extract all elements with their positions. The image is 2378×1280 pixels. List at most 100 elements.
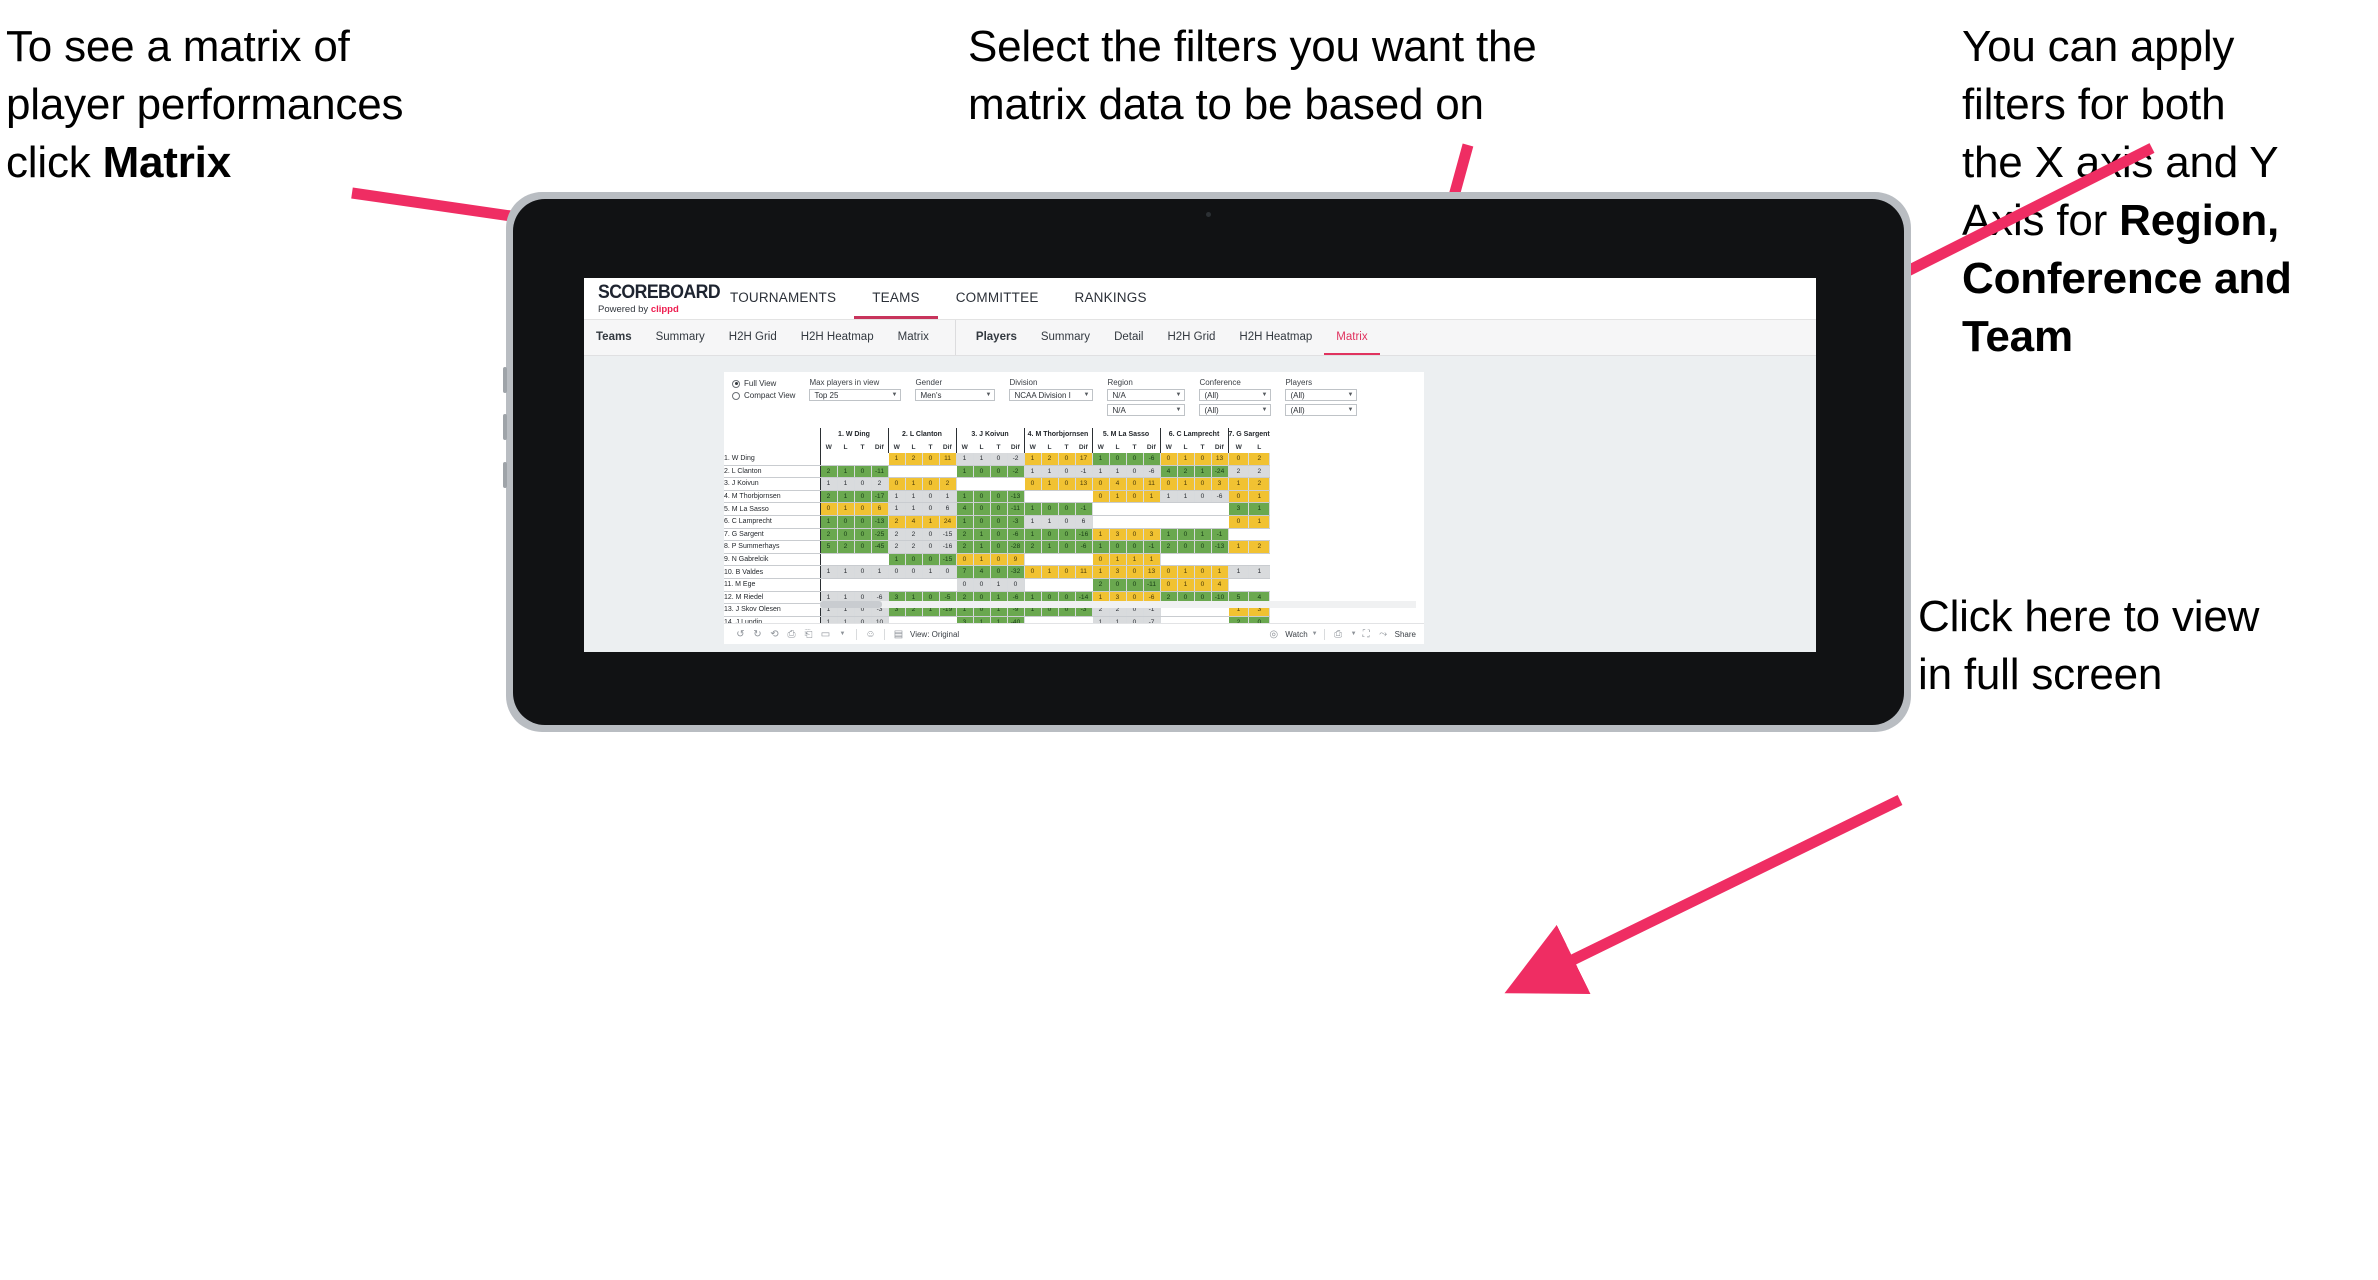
matrix-cell[interactable]: 1: [837, 490, 855, 504]
matrix-column-group-header[interactable]: 7. G Sargent: [1227, 428, 1270, 441]
matrix-cell[interactable]: 0: [887, 477, 906, 491]
redo-icon[interactable]: ↻: [749, 629, 766, 640]
matrix-cell[interactable]: 1: [990, 578, 1008, 592]
matrix-cell[interactable]: 0: [837, 528, 855, 542]
matrix-cell[interactable]: 1: [1177, 490, 1195, 504]
matrix-cell[interactable]: 0: [990, 528, 1008, 542]
matrix-cell[interactable]: 0: [1058, 528, 1076, 542]
matrix-column-group-header[interactable]: 5. M La Sasso: [1091, 428, 1160, 441]
matrix-cell[interactable]: [1177, 515, 1195, 529]
matrix-cell[interactable]: 0: [1058, 515, 1076, 529]
matrix-cell[interactable]: 0: [1023, 477, 1042, 491]
matrix-cell[interactable]: [1041, 578, 1059, 592]
matrix-cell[interactable]: 1: [1143, 490, 1161, 504]
matrix-column-group-header[interactable]: 4. M Thorbjornsen: [1023, 428, 1092, 441]
matrix-cell[interactable]: 0: [1194, 490, 1212, 504]
matrix-cell[interactable]: 2: [887, 515, 906, 529]
matrix-cell[interactable]: 1: [939, 490, 957, 504]
matrix-cell[interactable]: 2: [887, 540, 906, 554]
subnav-players-summary[interactable]: Summary: [1029, 320, 1102, 355]
matrix-cell[interactable]: -28: [1007, 540, 1025, 554]
matrix-cell[interactable]: 0: [990, 515, 1008, 529]
matrix-cell[interactable]: [1126, 502, 1144, 516]
chevron-down-icon[interactable]: ▼: [834, 631, 851, 637]
matrix-cell[interactable]: 13: [1143, 565, 1161, 579]
matrix-row-label[interactable]: 1. W Ding: [724, 453, 820, 466]
matrix-cell[interactable]: 3: [1143, 528, 1161, 542]
matrix-cell[interactable]: [1023, 578, 1042, 592]
matrix-cell[interactable]: 1: [1091, 528, 1110, 542]
nav-item-tournaments[interactable]: TOURNAMENTS: [712, 278, 854, 319]
matrix-cell[interactable]: 1: [1159, 490, 1178, 504]
matrix-cell[interactable]: -6: [1143, 453, 1161, 466]
matrix-cell[interactable]: 3: [1109, 528, 1127, 542]
matrix-row-label[interactable]: 5. M La Sasso: [724, 502, 820, 516]
matrix-column-group-header[interactable]: 2. L Clanton: [887, 428, 956, 441]
matrix-cell[interactable]: 2: [955, 540, 974, 554]
matrix-cell[interactable]: 0: [1177, 528, 1195, 542]
subscribe-button[interactable]: ⎙ ▼: [1330, 629, 1358, 640]
matrix-cell[interactable]: [939, 465, 957, 479]
matrix-cell[interactable]: -2: [1007, 453, 1025, 466]
matrix-cell[interactable]: 1: [1041, 515, 1059, 529]
matrix-cell[interactable]: 0: [922, 540, 940, 554]
matrix-cell[interactable]: 0: [990, 490, 1008, 504]
matrix-cell[interactable]: 1: [955, 465, 974, 479]
matrix-cell[interactable]: 1: [1227, 477, 1250, 491]
matrix-cell[interactable]: 2: [905, 453, 923, 466]
matrix-cell[interactable]: 1: [1126, 553, 1144, 567]
matrix-cell[interactable]: 0: [1023, 565, 1042, 579]
matrix-cell[interactable]: 0: [973, 465, 991, 479]
matrix-cell[interactable]: 0: [1126, 490, 1144, 504]
matrix-cell[interactable]: -15: [939, 553, 957, 567]
matrix-cell[interactable]: 1: [1227, 565, 1250, 579]
region-select-x-axis[interactable]: N/A ▼: [1107, 389, 1186, 401]
matrix-cell[interactable]: 1: [1041, 540, 1059, 554]
matrix-cell[interactable]: 0: [1041, 502, 1059, 516]
matrix-cell[interactable]: [1041, 490, 1059, 504]
matrix-cell[interactable]: 1: [837, 465, 855, 479]
radio-compact-view[interactable]: Compact View: [732, 391, 795, 400]
matrix-cell[interactable]: [1177, 502, 1195, 516]
matrix-cell[interactable]: 0: [1126, 578, 1144, 592]
tablet-side-button-3[interactable]: [503, 462, 507, 488]
matrix-cell[interactable]: -1: [1075, 502, 1093, 516]
matrix-cell[interactable]: 9: [1007, 553, 1025, 567]
subnav-teams-h2h-grid[interactable]: H2H Grid: [717, 320, 789, 355]
tablet-side-button-1[interactable]: [503, 367, 507, 393]
matrix-cell[interactable]: [871, 553, 889, 567]
matrix-cell[interactable]: [939, 578, 957, 592]
matrix-cell[interactable]: [1159, 502, 1178, 516]
matrix-cell[interactable]: 1: [837, 502, 855, 516]
matrix-cell[interactable]: 1: [1041, 565, 1059, 579]
radio-full-view[interactable]: Full View: [732, 379, 795, 388]
custom-view-icon[interactable]: ▭: [817, 629, 834, 640]
matrix-cell[interactable]: [1091, 515, 1110, 529]
matrix-cell[interactable]: 1: [1023, 515, 1042, 529]
matrix-cell[interactable]: 11: [1075, 565, 1093, 579]
matrix-cell[interactable]: 1: [1159, 528, 1178, 542]
matrix-cell[interactable]: 4: [1211, 578, 1229, 592]
view-original-button[interactable]: ▤ View: Original: [890, 629, 959, 640]
matrix-cell[interactable]: 1: [955, 453, 974, 466]
subnav-players-h2h-heatmap[interactable]: H2H Heatmap: [1227, 320, 1324, 355]
matrix-cell[interactable]: 0: [1058, 453, 1076, 466]
matrix-cell[interactable]: [1194, 502, 1212, 516]
matrix-cell[interactable]: 1: [1177, 578, 1195, 592]
matrix-cell[interactable]: [1211, 502, 1229, 516]
matrix-cell[interactable]: 0: [990, 465, 1008, 479]
matrix-cell[interactable]: 0: [1126, 540, 1144, 554]
matrix-cell[interactable]: 1: [1109, 490, 1127, 504]
matrix-cell[interactable]: -6: [1007, 528, 1025, 542]
matrix-cell[interactable]: 11: [1143, 477, 1161, 491]
matrix-cell[interactable]: 0: [1109, 578, 1127, 592]
matrix-cell[interactable]: -25: [871, 528, 889, 542]
matrix-cell[interactable]: 0: [1126, 477, 1144, 491]
matrix-cell[interactable]: 1: [819, 477, 838, 491]
matrix-cell[interactable]: 11: [939, 453, 957, 466]
matrix-cell[interactable]: -6: [1075, 540, 1093, 554]
matrix-cell[interactable]: [1143, 515, 1161, 529]
matrix-cell[interactable]: 0: [854, 465, 872, 479]
matrix-cell[interactable]: -24: [1211, 465, 1229, 479]
matrix-cell[interactable]: -1: [1211, 528, 1229, 542]
